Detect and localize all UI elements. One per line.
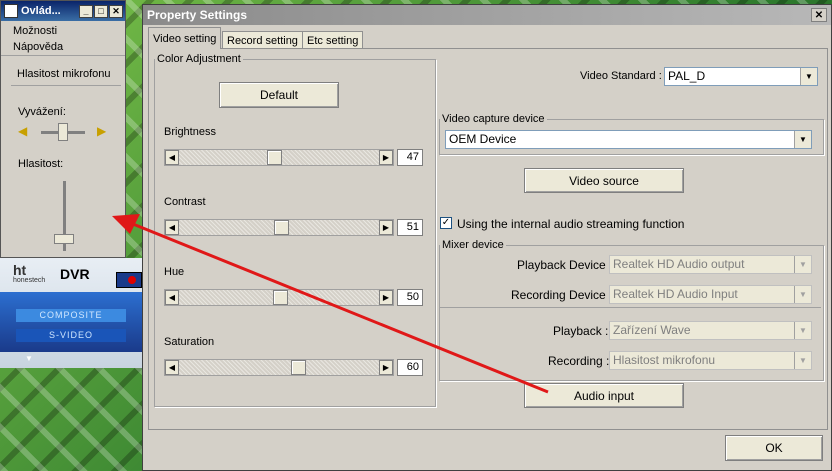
annotation-arrow (112, 214, 549, 394)
tab-video-setting[interactable]: Video setting (148, 27, 222, 49)
